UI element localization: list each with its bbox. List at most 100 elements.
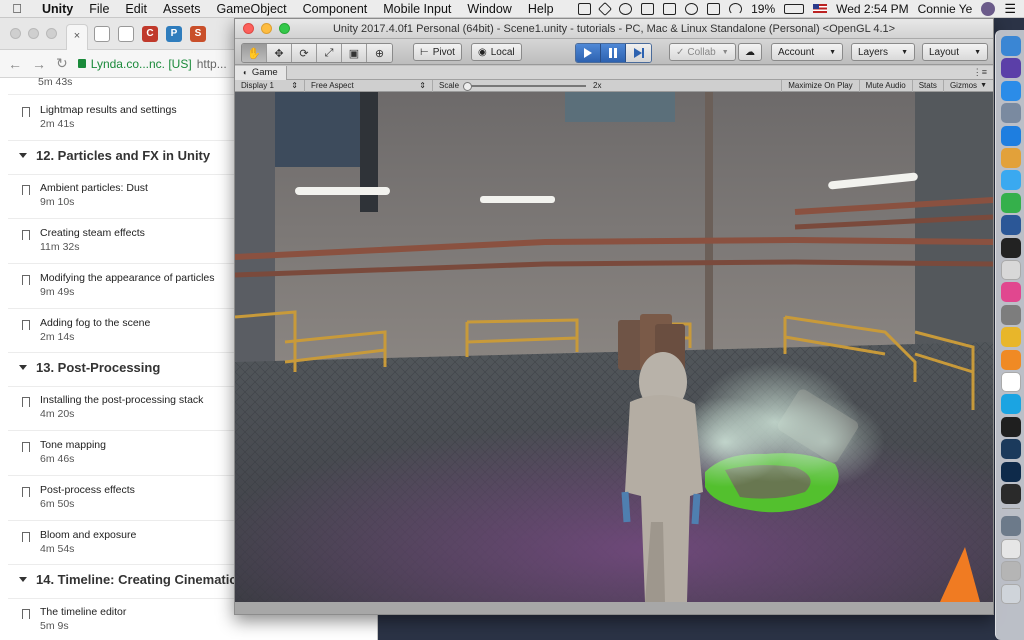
chapter-title[interactable]: 12. Particles and FX in Unity [36,148,210,163]
video-title[interactable]: Post-process effects [40,484,135,497]
minimize-window-button[interactable] [261,23,272,34]
panel-menu-icon[interactable]: ⋮≡ [973,67,987,78]
document-icon[interactable] [94,26,110,42]
photoshop-icon[interactable] [1001,461,1021,482]
rotate-tool-icon[interactable]: ⟳ [292,44,317,62]
textedit-icon[interactable] [1001,260,1021,280]
zoom-window-button[interactable] [279,23,290,34]
creative-cloud-icon[interactable] [619,2,633,15]
launchpad-icon[interactable] [1001,103,1021,124]
document-icon[interactable] [118,26,134,42]
bookmark-icon[interactable] [22,609,30,623]
video-title[interactable]: Installing the post-processing stack [40,394,203,407]
chevron-down-icon[interactable] [19,577,27,582]
pause-button[interactable] [601,44,626,62]
bookmark-icon[interactable] [22,230,30,244]
skype-icon[interactable] [1001,394,1021,415]
bookmark-icon[interactable] [22,107,30,121]
s-app-tray-icon[interactable] [641,2,655,15]
chapter-title[interactable]: 14. Timeline: Creating Cinematic [36,572,237,587]
facetime-icon[interactable] [1001,192,1021,213]
help-icon[interactable] [1001,561,1021,582]
bookmark-icon[interactable] [22,185,30,199]
menu-help[interactable]: Help [520,2,562,16]
reload-icon[interactable]: ↻ [56,55,68,72]
documents-stack-icon[interactable] [1001,538,1021,559]
scale-tool-icon[interactable]: ⤢ [317,44,342,62]
p-app-icon[interactable]: P [166,26,182,42]
layers-dropdown[interactable]: Layers ▼ [851,43,915,61]
steam-icon[interactable] [1001,439,1021,460]
bookmark-icon[interactable] [22,275,30,289]
clock[interactable]: Wed 2:54 PM [836,2,908,16]
local-toggle[interactable]: ◉ Local [471,43,522,61]
transform-tool-icon[interactable]: ⊕ [367,44,392,62]
url-field[interactable]: Lynda.co...nc. [US] http... [77,57,227,71]
chapter-title[interactable]: 13. Post-Processing [36,360,160,375]
messages-icon[interactable] [1001,170,1021,191]
pivot-toggle[interactable]: ⊢ Pivot [413,43,462,61]
video-title[interactable]: Ambient particles: Dust [40,182,148,195]
close-window-button[interactable] [10,28,21,39]
chevron-down-icon[interactable] [19,153,27,158]
safari-icon[interactable] [1001,125,1021,146]
video-title[interactable]: Modifying the appearance of particles [40,272,215,285]
video-title[interactable]: Adding fog to the scene [40,317,150,330]
battery-icon[interactable] [784,3,805,14]
display-dropdown[interactable]: Display 1 ⇕ [235,79,305,92]
sublime-icon[interactable] [1001,349,1021,370]
gizmos-dropdown[interactable]: Gizmos ▼ [942,79,993,92]
menu-assets[interactable]: Assets [155,2,209,16]
video-title[interactable]: The timeline editor [40,606,126,619]
menu-unity[interactable]: Unity [34,2,81,16]
mute-audio-toggle[interactable]: Mute Audio [858,79,912,92]
menu-gameobject[interactable]: GameObject [208,2,294,16]
video-title[interactable]: Lightmap results and settings [40,104,177,117]
menu-mobile-input[interactable]: Mobile Input [375,2,459,16]
layout-dropdown[interactable]: Layout ▼ [922,43,988,61]
menu-component[interactable]: Component [295,2,376,16]
menu-window[interactable]: Window [459,2,519,16]
unity-icon[interactable] [1001,484,1021,504]
game-viewport[interactable] [235,92,993,602]
app-store-icon[interactable] [1001,80,1021,101]
battery-percent[interactable]: 19% [751,2,775,16]
zoom-window-button[interactable] [46,28,57,39]
c-app-icon[interactable]: C [142,26,158,42]
collab-button[interactable]: ✓ Collab ▼ [669,43,736,61]
move-tool-icon[interactable]: ✥ [267,44,292,62]
chevron-down-icon[interactable] [19,365,27,370]
airplay-icon[interactable] [707,2,721,15]
migration-icon[interactable] [1001,516,1021,537]
us-flag-icon[interactable] [813,4,828,13]
siri-menu-icon[interactable] [981,1,996,16]
minimize-window-button[interactable] [28,28,39,39]
stats-toggle[interactable]: Stats [911,79,943,92]
screen-capture-icon[interactable] [578,2,592,15]
bookmark-icon[interactable] [22,442,30,456]
account-dropdown[interactable]: Account ▼ [771,43,843,61]
close-window-button[interactable] [243,23,254,34]
aspect-dropdown[interactable]: Free Aspect ⇕ [305,79,433,92]
dropbox-icon[interactable] [598,1,613,16]
rect-tool-icon[interactable]: ▣ [342,44,367,62]
scale-slider[interactable] [463,81,587,91]
finder-icon[interactable] [1001,36,1021,56]
calendar-icon[interactable] [1001,372,1021,392]
forward-icon[interactable]: → [32,56,46,72]
cloud-button[interactable]: ☁ [738,43,762,61]
hand-tool-icon[interactable]: ✋ [242,44,267,62]
siri-icon[interactable] [1001,58,1021,79]
trash-icon[interactable] [1001,583,1021,604]
wifi-icon[interactable] [729,2,743,15]
menu-edit[interactable]: Edit [117,2,155,16]
step-button[interactable] [626,44,651,62]
video-title[interactable]: Tone mapping [40,439,106,452]
bookmark-icon[interactable] [22,320,30,334]
bookmark-icon[interactable] [22,532,30,546]
apple-menu-icon[interactable]:  [0,1,34,16]
video-title[interactable]: Creating steam effects [40,227,145,240]
photos-icon[interactable] [1001,148,1021,168]
bookmark-icon[interactable] [22,487,30,501]
bookmark-icon[interactable] [22,397,30,411]
